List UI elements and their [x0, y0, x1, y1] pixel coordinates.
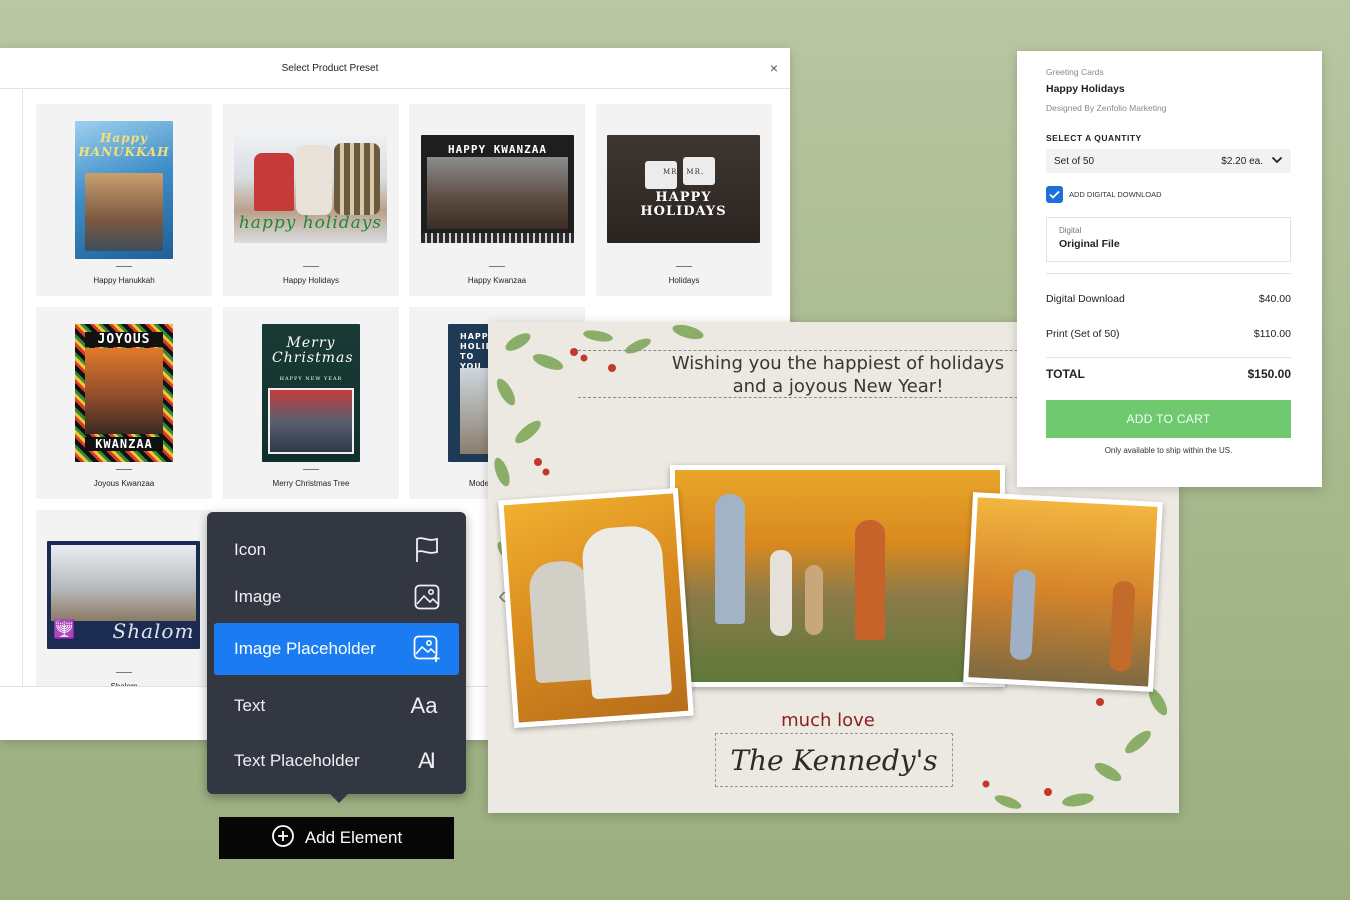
select-quantity-label: SELECT A QUANTITY [1046, 133, 1142, 143]
preset-thumbnail: MRS MR. HAPPY HOLIDAYS [607, 135, 760, 243]
add-to-cart-button[interactable]: ADD TO CART [1046, 400, 1291, 438]
preset-card-shalom[interactable]: 🕎 Shalom Shalom [36, 510, 212, 694]
total-amount: $150.00 [1247, 367, 1291, 381]
line-item-label: Print (Set of 50) [1046, 328, 1120, 340]
divider [1046, 273, 1291, 274]
photo-center[interactable] [670, 465, 1005, 687]
product-category: Greeting Cards [1046, 67, 1104, 77]
photo-right[interactable] [963, 492, 1163, 692]
menu-item-label: Icon [234, 540, 267, 559]
preset-label: Holidays [668, 276, 700, 285]
preset-label: Joyous Kwanzaa [93, 479, 155, 488]
preset-thumbnail: HAPPY KWANZAA [421, 135, 574, 243]
line-item-digital: Digital Download $40.00 [1046, 293, 1291, 305]
preset-card-merry-christmas-tree[interactable]: Merry Christmas HAPPY NEW YEAR Merry Chr… [223, 307, 399, 499]
menu-item-image-placeholder[interactable]: Image Placeholder [214, 623, 459, 675]
flag-icon [413, 536, 441, 564]
quantity-value: Set of 50 [1054, 155, 1095, 167]
add-element-label: Add Element [304, 828, 403, 847]
menu-item-label: Text Placeholder [234, 751, 360, 770]
dialog-header: Select Product Preset × [0, 48, 790, 89]
product-title: Happy Holidays [1046, 83, 1125, 95]
preset-thumbnail: JOYOUS KWANZAA [75, 324, 173, 462]
signature-text-placeholder[interactable]: The Kennedy's [715, 733, 953, 787]
image-icon [413, 583, 441, 611]
line-item-amount: $40.00 [1258, 293, 1291, 305]
shipping-note: Only available to ship within the US. [1104, 446, 1233, 455]
preset-label: Happy Hanukkah [93, 276, 155, 285]
order-panel: Greeting Cards Happy Holidays Designed B… [1017, 51, 1322, 487]
preset-label: Happy Kwanzaa [467, 276, 527, 285]
menu-item-image[interactable]: Image [214, 571, 459, 623]
preset-thumbnail: happy holidays [234, 135, 387, 243]
quantity-price: $2.20 ea. [1221, 155, 1263, 167]
text-placeholder-icon: AI [418, 748, 436, 773]
menu-item-label: Text [234, 696, 266, 715]
digital-option-type: Digital [1059, 226, 1082, 235]
chevron-down-icon [1271, 156, 1283, 167]
add-element-button[interactable]: Add Element [219, 817, 454, 859]
preset-thumbnail: Happy HANUKKAH [75, 121, 173, 259]
much-love-text[interactable]: much love [773, 710, 883, 731]
plus-circle-icon [271, 824, 295, 853]
divider [1046, 357, 1291, 358]
photo-left[interactable] [498, 487, 694, 729]
text-icon: Aa [410, 693, 438, 718]
dialog-title: Select Product Preset [281, 62, 379, 74]
line-item-amount: $110.00 [1253, 328, 1291, 340]
preset-card-happy-hanukkah[interactable]: Happy HANUKKAH Happy Hanukkah [36, 104, 212, 296]
product-designer: Designed By Zenfolio Marketing [1046, 103, 1167, 113]
prev-arrow-icon[interactable]: ‹ [498, 580, 507, 611]
add-digital-download-row: ADD DIGITAL DOWNLOAD [1046, 185, 1291, 203]
digital-option-box[interactable]: Digital Original File [1046, 217, 1291, 262]
menu-item-label: Image Placeholder [234, 639, 376, 658]
menu-item-text-placeholder[interactable]: Text Placeholder AI [214, 735, 459, 787]
image-placeholder-icon [413, 635, 441, 663]
preset-label: Merry Christmas Tree [272, 479, 350, 488]
line-item-print: Print (Set of 50) $110.00 [1046, 328, 1291, 340]
line-item-label: Digital Download [1046, 293, 1125, 305]
digital-download-label: ADD DIGITAL DOWNLOAD [1069, 189, 1162, 199]
digital-option-value: Original File [1059, 238, 1120, 250]
preset-card-joyous-kwanzaa[interactable]: JOYOUS KWANZAA Joyous Kwanzaa [36, 307, 212, 499]
preset-card-happy-kwanzaa[interactable]: HAPPY KWANZAA Happy Kwanzaa [409, 104, 585, 296]
total-label: TOTAL [1046, 367, 1085, 381]
menu-item-text[interactable]: Text Aa [214, 680, 459, 732]
menu-item-icon[interactable]: Icon [214, 524, 459, 576]
add-element-menu: Icon Image Image Placeholder Text Aa Tex… [207, 512, 466, 803]
preset-thumbnail: Merry Christmas HAPPY NEW YEAR [262, 324, 360, 462]
total-row: TOTAL $150.00 [1046, 367, 1291, 381]
preset-thumbnail: 🕎 Shalom [47, 541, 200, 649]
preset-card-holidays[interactable]: MRS MR. HAPPY HOLIDAYS Holidays [596, 104, 772, 296]
preset-label: Happy Holidays [282, 276, 340, 285]
quantity-select[interactable]: Set of 50 $2.20 ea. [1046, 149, 1291, 173]
preset-card-happy-holidays[interactable]: happy holidays Happy Holidays [223, 104, 399, 296]
close-icon[interactable]: × [770, 60, 778, 76]
menu-item-label: Image [234, 587, 282, 606]
digital-download-checkbox[interactable] [1046, 185, 1063, 203]
